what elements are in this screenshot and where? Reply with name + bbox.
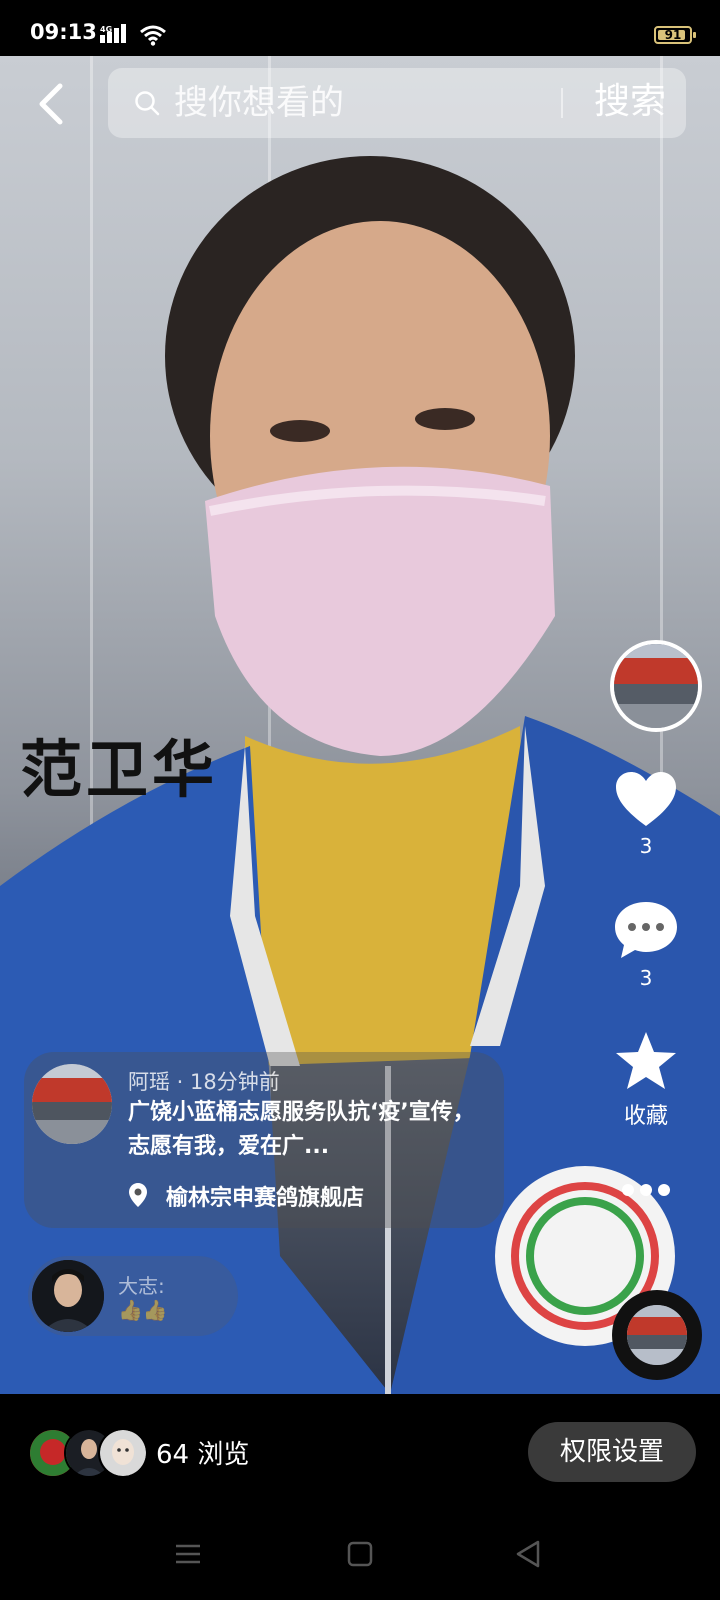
- battery-icon: 91: [654, 26, 696, 44]
- avatar-image: [32, 1260, 104, 1332]
- search-button[interactable]: 搜索: [594, 80, 666, 124]
- star-icon: [616, 1032, 676, 1089]
- search-input[interactable]: 搜你想看的: [174, 82, 344, 124]
- post-location[interactable]: 榆林宗申赛鸽旗舰店: [166, 1180, 364, 1212]
- search-icon: [135, 91, 160, 116]
- view-count: 64 浏览: [156, 1440, 250, 1470]
- search-box[interactable]: 搜你想看的 搜索: [108, 68, 686, 138]
- more-button[interactable]: [606, 1180, 686, 1204]
- record-cover: [627, 1305, 687, 1365]
- post-author-avatar[interactable]: [32, 1064, 112, 1144]
- avatar-image: [614, 644, 698, 728]
- favorite-button[interactable]: 收藏: [606, 1030, 686, 1130]
- permission-settings-button[interactable]: 权限设置: [528, 1422, 696, 1482]
- wifi-icon: [140, 25, 166, 46]
- floating-record-button[interactable]: [612, 1290, 702, 1380]
- favorite-label: 收藏: [623, 1104, 668, 1129]
- commenter-avatar: [32, 1260, 104, 1332]
- avatar-image: [32, 1064, 112, 1144]
- post-info-card[interactable]: 阿瑶 · 18分钟前 广饶小蓝桶志愿服务队抗‘疫’宣传，志愿有我，爱在广... …: [24, 1052, 504, 1228]
- back-triangle-icon[interactable]: [508, 1534, 548, 1574]
- comment-username: 大志:: [118, 1274, 165, 1298]
- location-pin-icon: [129, 1183, 147, 1207]
- viewer-avatar[interactable]: [98, 1428, 148, 1478]
- post-title[interactable]: 广饶小蓝桶志愿服务队抗‘疫’宣传，志愿有我，爱在广...: [128, 1096, 488, 1164]
- comment-text: 👍👍: [118, 1298, 168, 1322]
- cellular-signal-icon: 4G: [100, 24, 126, 43]
- menu-icon[interactable]: [168, 1534, 208, 1574]
- system-nav-bar: [0, 1504, 720, 1600]
- comment-count: 3: [639, 966, 653, 990]
- status-bar: 09:13 4G 91: [0, 0, 720, 56]
- caption-name-overlay: 范卫华: [20, 733, 219, 806]
- avatar-image: [627, 1305, 687, 1365]
- search-divider: [561, 88, 563, 118]
- battery-tip: [693, 32, 696, 38]
- like-button[interactable]: 3: [606, 770, 686, 858]
- status-time: 09:13: [30, 20, 97, 44]
- comment-button[interactable]: 3: [606, 900, 686, 990]
- heart-icon: [616, 772, 676, 826]
- post-author-time: 阿瑶 · 18分钟前: [128, 1070, 280, 1094]
- author-avatar[interactable]: [610, 640, 702, 732]
- latest-comment[interactable]: 大志: 👍👍: [28, 1256, 238, 1336]
- bottom-bar: 64 浏览 权限设置: [0, 1394, 720, 1504]
- chevron-left-icon[interactable]: [30, 80, 78, 128]
- battery-level: 91: [664, 28, 682, 42]
- comment-icon: [615, 902, 677, 958]
- like-count: 3: [639, 834, 653, 858]
- home-icon[interactable]: [340, 1534, 380, 1574]
- more-dots-icon: [622, 1184, 670, 1196]
